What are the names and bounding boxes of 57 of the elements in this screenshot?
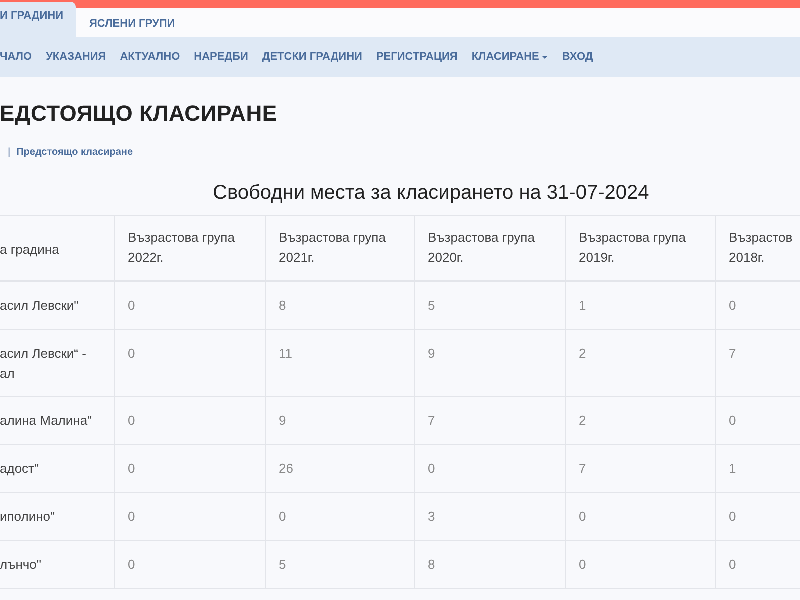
nav-link[interactable]: ДЕТСКИ ГРАДИНИ — [262, 51, 362, 63]
table-cell: лънчо" — [0, 541, 115, 589]
table-cell: 0 — [115, 397, 266, 445]
table-cell: алина Малина" — [0, 397, 115, 445]
dropdown-menu-link[interactable]: КЛАСИРАНЕ — [472, 51, 548, 63]
table-cell: 2 — [566, 330, 716, 397]
table-cell: 9 — [415, 330, 566, 397]
table-cell: 7 — [566, 445, 716, 493]
nav-link[interactable]: РЕГИСТРАЦИЯ — [376, 51, 458, 63]
column-header: Възрастова група 2022г. — [115, 216, 266, 282]
table-cell: 0 — [566, 493, 716, 541]
column-header: Възрастова група 2020г. — [415, 216, 566, 282]
table-cell: 0 — [115, 493, 266, 541]
table-cell: 0 — [115, 330, 266, 397]
table-cell: 7 — [716, 330, 800, 397]
table-cell: 2 — [566, 397, 716, 445]
caret-icon — [542, 56, 548, 58]
table-cell: 9 — [266, 397, 415, 445]
table-cell: 7 — [415, 397, 566, 445]
table-cell: 0 — [716, 397, 800, 445]
nav-link[interactable]: АКТУАЛНО — [120, 51, 180, 63]
table-cell: 1 — [716, 445, 800, 493]
page-title: ЕДСТОЯЩО КЛАСИРАНЕ — [0, 100, 278, 128]
table-cell: адост" — [0, 445, 115, 493]
table-cell: асил Левски" — [0, 282, 115, 330]
table-cell: 0 — [115, 445, 266, 493]
table-cell: 0 — [115, 541, 266, 589]
table-cell: 1 — [566, 282, 716, 330]
nav-link[interactable]: ВХОД — [562, 51, 594, 63]
tab[interactable]: И ГРАДИНИ — [0, 2, 76, 37]
table-cell: 0 — [716, 493, 800, 541]
table-cell: 0 — [415, 445, 566, 493]
breadcrumb-separator: | — [8, 147, 11, 158]
tab[interactable]: ЯСЛЕНИ ГРУПИ — [90, 8, 188, 37]
table-cell: 5 — [266, 541, 415, 589]
nav-link[interactable]: НАРЕДБИ — [194, 51, 248, 63]
table-cell: 0 — [716, 282, 800, 330]
breadcrumb-link[interactable]: Предстоящо класиране — [16, 147, 134, 158]
table-cell: асил Левски“ - ал — [0, 330, 115, 397]
column-header: Възрастова група 2019г. — [566, 216, 716, 282]
table-caption: Свободни места за класирането на 31-07-2024 — [212, 182, 650, 206]
column-header: Възрастова група 2021г. — [266, 216, 415, 282]
table-cell: 5 — [415, 282, 566, 330]
table-cell: 8 — [415, 541, 566, 589]
table-cell: 0 — [566, 541, 716, 589]
column-header: а градина — [0, 216, 115, 282]
table-cell: 8 — [266, 282, 415, 330]
table-cell: иполино" — [0, 493, 115, 541]
table-cell: 26 — [266, 445, 415, 493]
table-cell: 11 — [266, 330, 415, 397]
table-cell: 0 — [115, 282, 266, 330]
table-cell: 0 — [716, 541, 800, 589]
nav-link[interactable]: ЧАЛО — [0, 51, 32, 63]
table-cell: 3 — [415, 493, 566, 541]
column-header: Възрастов 2018г. — [716, 216, 800, 282]
nav-link[interactable]: УКАЗАНИЯ — [46, 51, 106, 63]
table-cell: 0 — [266, 493, 415, 541]
